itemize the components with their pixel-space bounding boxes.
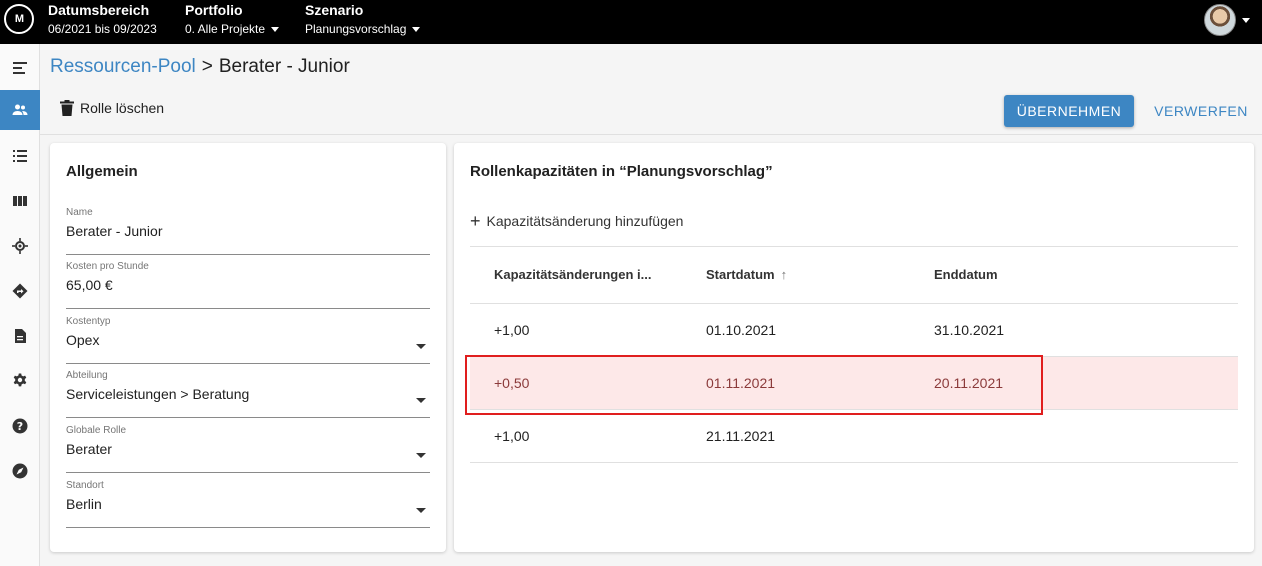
discard-button[interactable]: VERWERFEN [1150, 95, 1252, 127]
columns-icon[interactable] [0, 181, 40, 221]
name-field-value: Berater - Junior [66, 223, 163, 239]
global-role-label: Globale Rolle [66, 425, 127, 436]
chevron-down-icon [416, 344, 426, 349]
apply-button[interactable]: ÜBERNEHMEN [1004, 95, 1134, 127]
breadcrumb-current: Berater - Junior [218, 56, 350, 77]
list-icon[interactable] [0, 136, 40, 176]
capacities-card-title: Rollenkapazitäten in “Planungsvorschlag” [470, 163, 773, 180]
directions-icon[interactable] [0, 271, 40, 311]
cell-start: 21.11.2021 [706, 428, 776, 444]
cell-start: 01.10.2021 [706, 322, 777, 338]
cell-change: +1,00 [494, 322, 530, 338]
table-row[interactable]: +1,00 21.11.2021 [470, 410, 1238, 463]
toolbar-divider [40, 134, 1262, 135]
cost-type-select[interactable]: Kostentyp Opex [66, 316, 430, 364]
date-range-title: Datumsbereich [48, 2, 150, 18]
chevron-down-icon [271, 26, 280, 32]
location-value: Berlin [66, 496, 102, 512]
table-divider [470, 246, 1238, 247]
hourly-cost-value: 65,00 € [66, 277, 113, 293]
general-card-title: Allgemein [66, 163, 138, 180]
portfolio-value: 0. Alle Projekte [185, 22, 266, 36]
chevron-down-icon [416, 453, 426, 458]
chevron-down-icon [412, 26, 421, 32]
date-range-value: 06/2021 bis 09/2023 [48, 22, 157, 36]
gear-icon[interactable] [0, 361, 40, 401]
add-capacity-change-label: Kapazitätsänderung hinzufügen [486, 213, 684, 229]
column-header-start-label: Startdatum [706, 267, 775, 282]
plus-icon: + [470, 211, 481, 231]
help-icon[interactable]: ? [0, 406, 40, 446]
department-value: Serviceleistungen > Beratung [66, 386, 250, 402]
department-label: Abteilung [66, 370, 108, 381]
sort-ascending-icon: ↑ [780, 267, 788, 282]
portfolio-selector[interactable]: Portfolio 0. Alle Projekte [185, 2, 280, 37]
svg-text:?: ? [17, 420, 23, 433]
table-row[interactable]: +1,00 01.10.2021 31.10.2021 [470, 304, 1238, 357]
menu-collapse-icon[interactable] [0, 48, 40, 88]
top-bar: M Datumsbereich 06/2021 bis 09/2023 Port… [0, 0, 1262, 44]
cost-type-label: Kostentyp [66, 316, 111, 327]
user-avatar[interactable] [1204, 4, 1236, 36]
column-header-change[interactable]: Kapazitätsänderungen i... [494, 267, 651, 282]
trash-icon [60, 100, 74, 116]
name-field[interactable]: Name Berater - Junior [66, 207, 430, 255]
chevron-down-icon [416, 398, 426, 403]
department-select[interactable]: Abteilung Serviceleistungen > Beratung [66, 370, 430, 418]
breadcrumb-separator: > [201, 56, 213, 77]
breadcrumb: Ressourcen-Pool > Berater - Junior [50, 56, 350, 78]
app-logo[interactable]: M [4, 4, 34, 34]
side-navigation: ? [0, 44, 40, 566]
global-role-value: Berater [66, 441, 112, 457]
compass-icon[interactable] [0, 451, 40, 491]
scenario-selector[interactable]: Szenario Planungsvorschlag [305, 2, 421, 37]
hourly-cost-label: Kosten pro Stunde [66, 261, 149, 272]
delete-role-button[interactable]: Rolle löschen [60, 100, 164, 116]
logo-text: M [14, 13, 24, 25]
date-range-selector[interactable]: Datumsbereich 06/2021 bis 09/2023 [48, 2, 157, 37]
table-divider [470, 462, 1238, 463]
hourly-cost-field[interactable]: Kosten pro Stunde 65,00 € [66, 261, 430, 309]
cell-end: 31.10.2021 [934, 322, 1005, 338]
people-icon[interactable] [0, 90, 40, 130]
portfolio-title: Portfolio [185, 2, 243, 18]
cell-change: +1,00 [494, 428, 530, 444]
breadcrumb-parent-link[interactable]: Ressourcen-Pool [50, 56, 196, 77]
delete-role-label: Rolle löschen [80, 100, 165, 116]
name-field-label: Name [66, 207, 93, 218]
chevron-down-icon[interactable] [1242, 18, 1250, 23]
capacities-card: Rollenkapazitäten in “Planungsvorschlag”… [454, 143, 1254, 552]
location-select[interactable]: Standort Berlin [66, 480, 430, 528]
column-header-start[interactable]: Startdatum ↑ [706, 267, 787, 282]
add-capacity-change-button[interactable]: + Kapazitätsänderung hinzufügen [470, 211, 684, 231]
global-role-select[interactable]: Globale Rolle Berater [66, 425, 430, 473]
scenario-title: Szenario [305, 2, 364, 18]
highlight-annotation-box [465, 355, 1043, 415]
column-header-end[interactable]: Enddatum [934, 267, 998, 282]
general-card: Allgemein Name Berater - Junior Kosten p… [50, 143, 446, 552]
chevron-down-icon [416, 508, 426, 513]
scenario-value: Planungsvorschlag [305, 22, 407, 36]
cost-type-value: Opex [66, 332, 100, 348]
document-icon[interactable] [0, 316, 40, 356]
target-icon[interactable] [0, 226, 40, 266]
location-label: Standort [66, 480, 104, 491]
